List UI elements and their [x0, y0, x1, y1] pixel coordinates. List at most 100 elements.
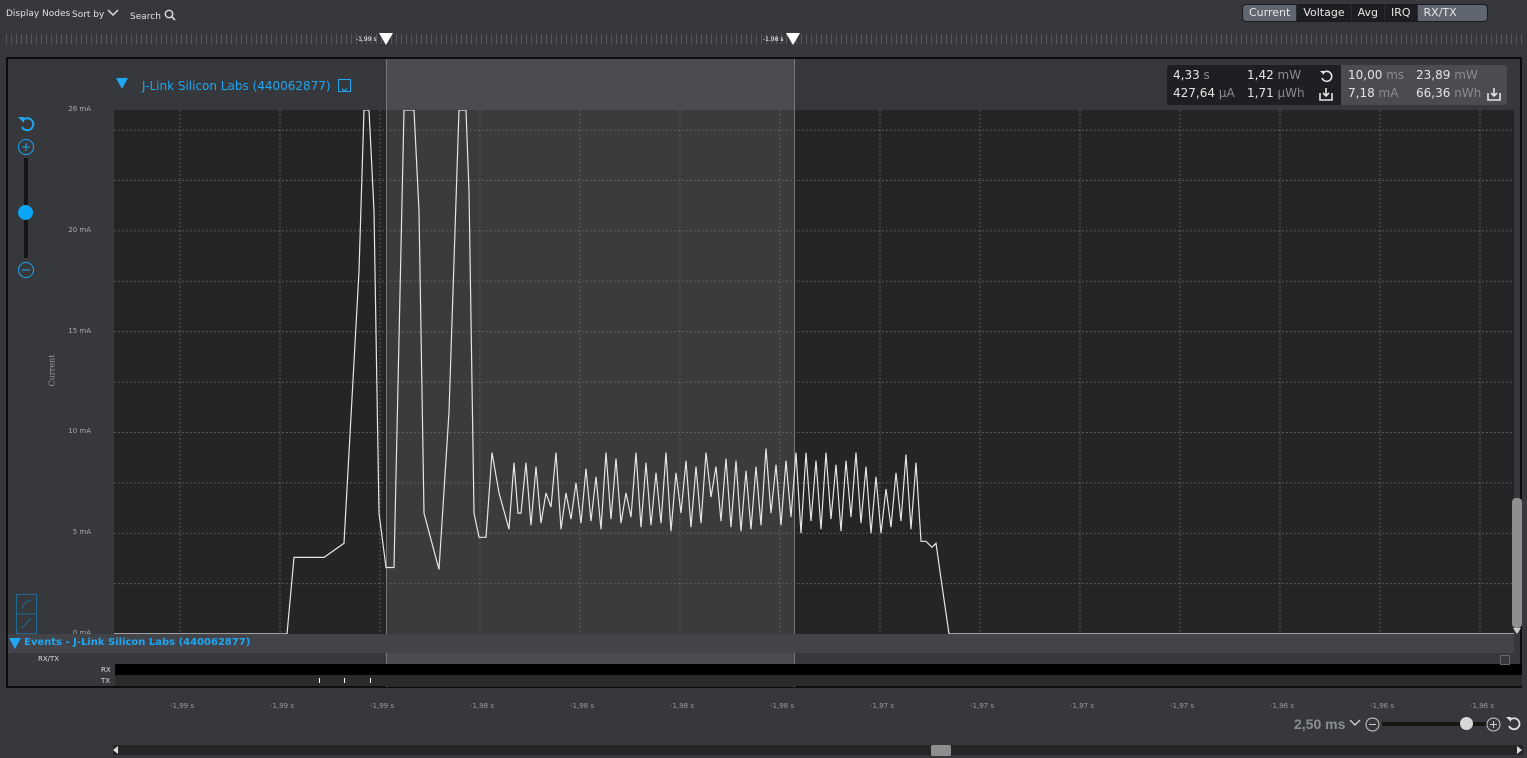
vertical-zoom-handle[interactable]	[18, 205, 33, 220]
rx-label: RX	[101, 666, 111, 674]
timebase-slider-handle[interactable]	[1460, 717, 1473, 730]
export-icon[interactable]	[1319, 87, 1333, 101]
mode-rxtx[interactable]: RX/TX	[1417, 5, 1487, 21]
stat-unit: s	[1203, 68, 1210, 82]
marker-triangle-icon	[378, 33, 393, 45]
current-chart	[114, 110, 1514, 635]
scroll-left-arrow-icon[interactable]	[113, 746, 118, 754]
stat-sel-energy: 66,36 nWh	[1416, 86, 1481, 100]
stat-unit: mW	[1454, 68, 1478, 82]
display-nodes-button[interactable]: Display Nodes	[6, 9, 70, 19]
x-tick-label: -1,98 s	[570, 702, 594, 710]
scroll-down-arrow-icon[interactable]	[1513, 628, 1521, 634]
events-group-label: RX/TX	[38, 655, 60, 663]
reset-zoom-icon[interactable]	[17, 115, 37, 133]
device-title: J-Link Silicon Labs (440062877)	[142, 79, 331, 93]
zoom-out-icon[interactable]	[1365, 717, 1380, 732]
export-selection-icon[interactable]	[1487, 87, 1501, 101]
marker-start[interactable]: -1,99 s	[356, 33, 393, 45]
mode-selector: Current Voltage Avg IRQ RX/TX	[1242, 4, 1488, 22]
stat-value: 427,64	[1173, 86, 1215, 100]
stat-value: 23,89	[1416, 68, 1451, 82]
stat-unit: nWh	[1454, 86, 1482, 100]
marker-end[interactable]: -1,98 s	[763, 33, 800, 45]
tx-label: TX	[101, 677, 111, 685]
search-button[interactable]: Search	[130, 9, 176, 22]
search-icon	[164, 9, 176, 21]
stat-value: 66,36	[1416, 86, 1451, 100]
x-tick-label: -1,99 s	[270, 702, 294, 710]
y-tick-label: 20 mA	[68, 225, 91, 234]
y-tick-label: 5 mA	[72, 528, 91, 537]
device-menu-button[interactable]	[338, 79, 351, 92]
stat-value: 1,71	[1247, 86, 1274, 100]
y-tick-label: 15 mA	[68, 326, 91, 335]
x-tick-label: -1,96 s	[1470, 702, 1494, 710]
horizontal-scrollbar-thumb[interactable]	[931, 745, 951, 756]
x-tick-label: -1,98 s	[670, 702, 694, 710]
x-tick-label: -1,99 s	[370, 702, 394, 710]
x-tick-label: -1,96 s	[1270, 702, 1294, 710]
sort-by-dropdown[interactable]: Sort by	[72, 9, 119, 20]
timebase-value[interactable]: 2,50 ms	[1294, 716, 1345, 732]
collapse-triangle-icon[interactable]	[116, 78, 128, 89]
stat-unit: µA	[1218, 86, 1235, 100]
mode-avg[interactable]: Avg	[1352, 5, 1385, 21]
horizontal-scrollbar[interactable]	[113, 745, 1523, 755]
x-tick-label: -1,97 s	[1170, 702, 1194, 710]
zoom-in-icon[interactable]	[17, 138, 35, 156]
mode-irq[interactable]: IRQ	[1385, 5, 1418, 21]
tx-event[interactable]	[344, 678, 345, 683]
zoom-out-icon[interactable]	[17, 261, 35, 279]
y-tick-label: 26 mA	[68, 105, 91, 113]
stat-power: 1,42 mW	[1247, 68, 1301, 82]
x-tick-label: -1,97 s	[870, 702, 894, 710]
reset-icon[interactable]	[1319, 69, 1333, 83]
x-tick-label: -1,97 s	[970, 702, 994, 710]
x-tick-label: -1,97 s	[1070, 702, 1094, 710]
marker-start-label: -1,99 s	[356, 35, 377, 43]
x-tick-label: -1,99 s	[170, 702, 194, 710]
stat-unit: mW	[1277, 68, 1302, 82]
stat-sel-time: 10,00 ms	[1348, 68, 1404, 82]
chevron-down-icon	[341, 88, 348, 92]
vertical-scrollbar-thumb[interactable]	[1512, 498, 1522, 628]
scale-toggle[interactable]	[16, 594, 37, 634]
zoom-in-icon[interactable]	[1486, 717, 1501, 732]
stat-value: 10,00	[1348, 68, 1383, 82]
y-axis-label: Current	[47, 354, 57, 387]
chevron-down-icon	[107, 9, 119, 17]
events-title: Events - J-Link Silicon Labs (440062877)	[24, 637, 251, 648]
mode-current[interactable]: Current	[1243, 5, 1298, 21]
y-tick-label: 10 mA	[68, 427, 91, 436]
events-collapse-icon[interactable]	[9, 638, 21, 649]
tx-event[interactable]	[319, 678, 320, 683]
events-menu-icon[interactable]	[1500, 655, 1510, 665]
stat-sel-power: 23,89 mW	[1416, 68, 1478, 82]
rx-track	[115, 664, 1522, 675]
stat-energy: 1,71 µWh	[1247, 86, 1305, 100]
stats-panel: 4,33 s 427,64 µA 1,42 mW 1,71 µWh 10,00 …	[1167, 65, 1507, 105]
mode-voltage[interactable]: Voltage	[1297, 5, 1352, 21]
x-tick-label: -1,98 s	[770, 702, 794, 710]
stat-unit: mA	[1378, 86, 1399, 100]
reset-timebase-icon[interactable]	[1505, 716, 1521, 732]
scroll-right-arrow-icon[interactable]	[1517, 746, 1522, 754]
stat-value: 1,42	[1247, 68, 1274, 82]
selection-stats: 10,00 ms 7,18 mA 23,89 mW 66,36 nWh	[1341, 65, 1507, 105]
stat-sel-current: 7,18 mA	[1348, 86, 1398, 100]
search-label: Search	[130, 12, 161, 22]
marker-triangle-icon	[785, 33, 800, 45]
stat-unit: ms	[1386, 68, 1405, 82]
chevron-down-icon[interactable]	[1349, 718, 1361, 728]
x-tick-label: -1,98 s	[470, 702, 494, 710]
stat-unit: µWh	[1277, 86, 1305, 100]
stat-value: 4,33	[1173, 68, 1200, 82]
sort-by-label: Sort by	[72, 10, 105, 20]
x-tick-label: -1,96 s	[1370, 702, 1394, 710]
tx-track	[115, 675, 1522, 686]
stat-time: 4,33 s	[1173, 68, 1210, 82]
log-scale-icon[interactable]	[17, 595, 36, 633]
marker-end-label: -1,98 s	[763, 35, 784, 43]
tx-event[interactable]	[370, 678, 371, 683]
